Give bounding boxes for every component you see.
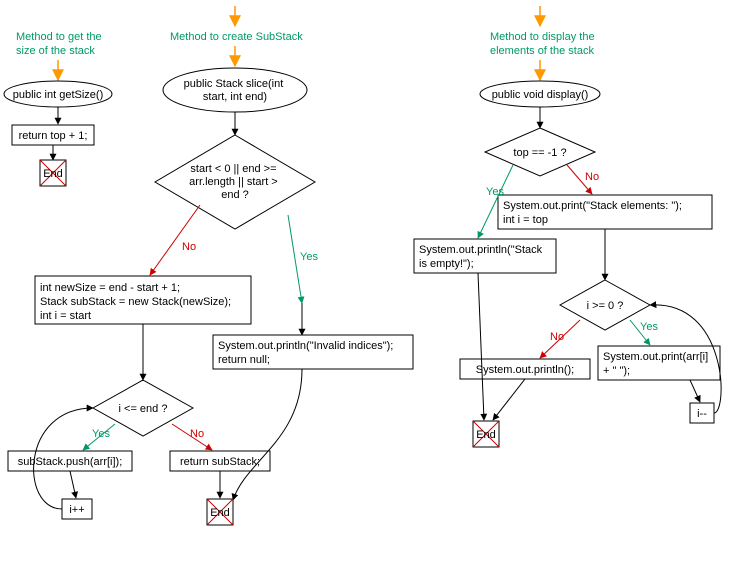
title-getsize: Method to get the size of the stack	[16, 31, 105, 57]
title-display: Method to display the elements of the st…	[490, 31, 598, 57]
text-slice-return: return subStack;	[180, 456, 260, 468]
text-display-println: System.out.println();	[476, 364, 574, 376]
text-getsize-sig: public int getSize()	[13, 89, 104, 101]
title-slice: Method to create SubStack	[170, 31, 303, 43]
label-slice-yes2: Yes	[92, 428, 110, 440]
label-display-yes1: Yes	[486, 186, 504, 198]
text-display-loop-cond: i >= 0 ?	[587, 300, 624, 312]
svg-text:End: End	[43, 168, 63, 180]
svg-text:End: End	[210, 507, 230, 519]
label-display-no1: No	[585, 171, 599, 183]
text-display-empty-check: top == -1 ?	[513, 147, 566, 159]
text-slice-increment: i++	[69, 504, 84, 516]
label-display-no2: No	[550, 331, 564, 343]
text-slice-loop-cond: i <= end ?	[119, 403, 168, 415]
text-display-decrement: i--	[697, 408, 707, 420]
end-slice: End	[207, 499, 233, 525]
end-getsize: End	[40, 160, 66, 186]
label-slice-yes1: Yes	[300, 251, 318, 263]
end-display: End	[473, 421, 499, 447]
label-slice-no2: No	[190, 428, 204, 440]
flow-getsize: Method to get the size of the stack publ…	[4, 31, 112, 186]
label-display-yes2: Yes	[640, 321, 658, 333]
svg-text:End: End	[476, 429, 496, 441]
flowchart-diagram: Method to get the size of the stack publ…	[0, 0, 729, 561]
text-getsize-return: return top + 1;	[19, 130, 88, 142]
text-display-sig: public void display()	[492, 89, 589, 101]
flow-display: Method to display the elements of the st…	[414, 6, 721, 447]
node-slice-sig	[163, 68, 307, 112]
label-slice-no1: No	[182, 241, 196, 253]
